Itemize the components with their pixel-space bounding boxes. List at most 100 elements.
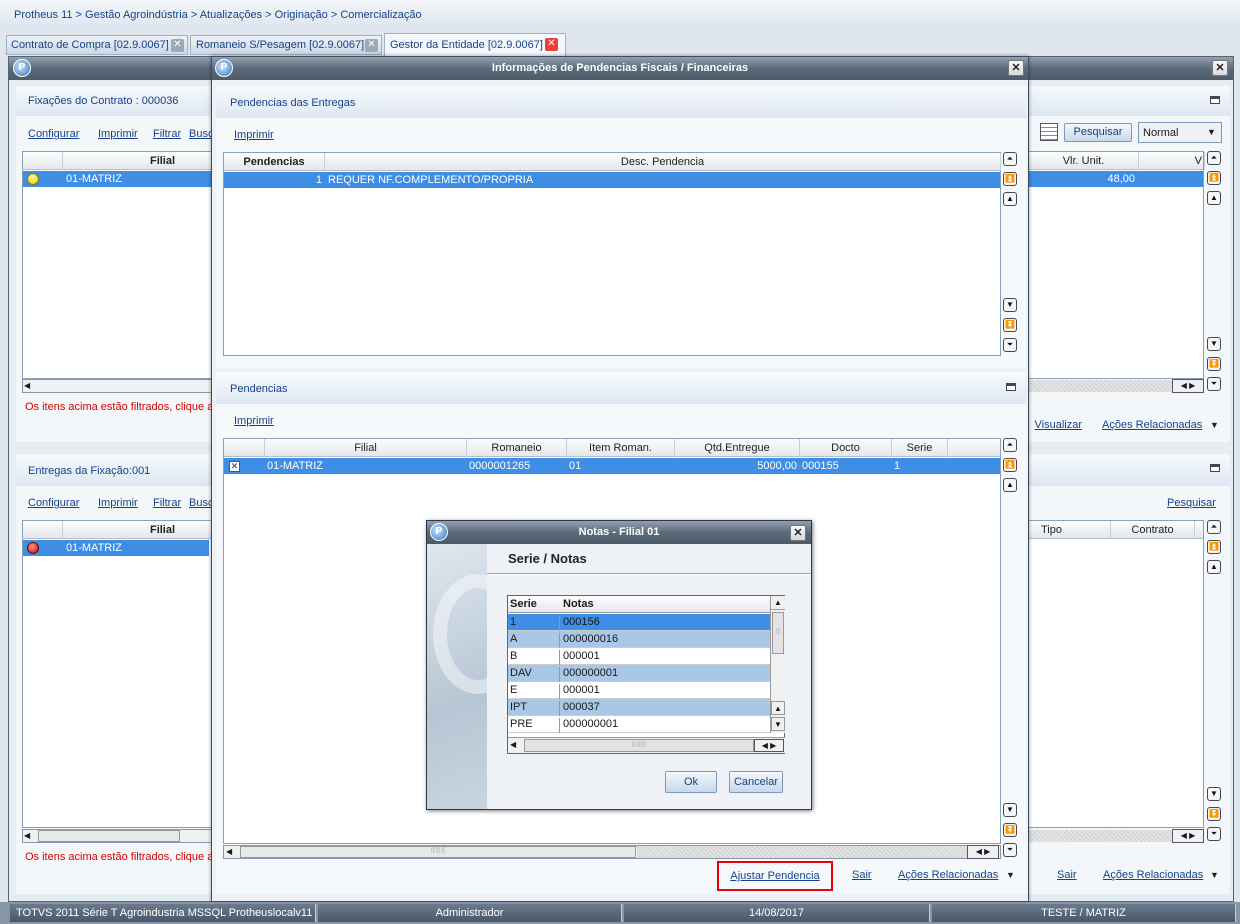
- scroll-page-down-icon[interactable]: ⏬: [1003, 318, 1017, 332]
- close-icon[interactable]: ✕: [171, 39, 184, 52]
- notas-grid[interactable]: Serie Notas 1 000156 A 000000016 B 000001 DAV 0…: [507, 595, 785, 754]
- table-row[interactable]: 01-MATRIZ: [23, 540, 209, 556]
- scroll-down-icon[interactable]: ▼: [1207, 337, 1221, 351]
- scroll-left-icon[interactable]: ◀: [226, 847, 232, 856]
- scroll-thumb[interactable]: ⠿⠿⠿: [524, 739, 754, 752]
- configurar-link[interactable]: Configurar: [28, 128, 79, 140]
- scroll-up-icon[interactable]: ▲: [1207, 560, 1221, 574]
- scroll-track[interactable]: [1028, 380, 1172, 392]
- checkbox-checked-icon[interactable]: ✕: [229, 461, 240, 472]
- scroll-up-icon[interactable]: ▲: [771, 596, 785, 610]
- close-icon[interactable]: ✕: [790, 525, 806, 541]
- scroll-track[interactable]: [1028, 830, 1172, 842]
- imprimir-link[interactable]: Imprimir: [98, 497, 138, 509]
- scroll-thumb[interactable]: ⠿: [772, 612, 784, 654]
- modo-select[interactable]: Normal ▼: [1138, 122, 1222, 143]
- close-icon[interactable]: ✕: [1008, 60, 1024, 76]
- minimize-icon[interactable]: [1210, 96, 1220, 104]
- scroll-left-icon[interactable]: ◀: [24, 381, 30, 390]
- list-item[interactable]: 1 000156: [508, 614, 770, 631]
- scroll-bottom-icon[interactable]: ⏷: [1003, 843, 1017, 857]
- pesquisar-link[interactable]: Pesquisar: [1167, 497, 1216, 509]
- scroll-page-up-icon[interactable]: ⏫: [1207, 540, 1221, 554]
- tab-gestor-entidade[interactable]: Gestor da Entidade [02.9.0067] ✕: [384, 33, 566, 56]
- imprimir-link[interactable]: Imprimir: [234, 129, 274, 141]
- configurar-link[interactable]: Configurar: [28, 497, 79, 509]
- minimize-icon[interactable]: [1210, 464, 1220, 472]
- minimize-icon[interactable]: [1006, 383, 1016, 391]
- list-item[interactable]: IPT 000037: [508, 699, 770, 716]
- scroll-left-right-icon[interactable]: ◀ ▶: [1172, 829, 1204, 843]
- scroll-top-icon[interactable]: ⏶: [1003, 152, 1017, 166]
- scroll-left-icon[interactable]: ◀: [510, 740, 516, 749]
- scroll-up-icon[interactable]: ▲: [1003, 192, 1017, 206]
- header-docto[interactable]: Docto: [800, 439, 892, 457]
- sair-link[interactable]: Sair: [852, 869, 872, 881]
- header-serie[interactable]: Serie: [510, 598, 537, 610]
- scroll-page-down-icon[interactable]: ⏬: [1003, 823, 1017, 837]
- acoes-relacionadas-link[interactable]: Ações Relacionadas: [1102, 419, 1202, 431]
- acoes-relacionadas-link[interactable]: Ações Relacionadas: [898, 869, 998, 881]
- horizontal-scrollbar[interactable]: [22, 379, 212, 393]
- scroll-left-right-icon[interactable]: ◀ ▶: [967, 845, 999, 859]
- scroll-down-icon[interactable]: ▼: [771, 717, 785, 731]
- list-item[interactable]: DAV 000000001: [508, 665, 770, 682]
- scroll-page-down-icon[interactable]: ⏬: [1207, 357, 1221, 371]
- header-v[interactable]: V: [1139, 152, 1205, 170]
- scroll-down-icon[interactable]: ▼: [1003, 803, 1017, 817]
- scroll-left-icon[interactable]: ◀: [24, 831, 30, 840]
- scroll-left-right-icon[interactable]: ◀ ▶: [1172, 379, 1204, 393]
- imprimir-link[interactable]: Imprimir: [98, 128, 138, 140]
- list-item[interactable]: B 000001: [508, 648, 770, 665]
- list-item[interactable]: A 000000016: [508, 631, 770, 648]
- notepad-icon[interactable]: [1040, 123, 1058, 141]
- header-desc-pendencia[interactable]: Desc. Pendencia: [325, 153, 1001, 171]
- scroll-page-up-icon[interactable]: ⏫: [1003, 458, 1017, 472]
- header-filial[interactable]: Filial: [265, 439, 467, 457]
- header-vlr-unit[interactable]: Vlr. Unit.: [1029, 152, 1139, 170]
- acoes-relacionadas-link[interactable]: Ações Relacionadas: [1103, 869, 1203, 881]
- scroll-down-icon[interactable]: ▼: [1207, 787, 1221, 801]
- scroll-page-down-icon[interactable]: ⏬: [1207, 807, 1221, 821]
- close-icon[interactable]: ✕: [1212, 60, 1228, 76]
- filtrar-link[interactable]: Filtrar: [153, 128, 181, 140]
- scroll-track[interactable]: [637, 846, 967, 858]
- ajustar-pendencia-button[interactable]: Ajustar Pendencia: [717, 861, 833, 891]
- scroll-down-icon[interactable]: ▼: [1003, 298, 1017, 312]
- header-romaneio[interactable]: Romaneio: [467, 439, 567, 457]
- sair-link[interactable]: Sair: [1057, 869, 1077, 881]
- tab-romaneio[interactable]: Romaneio S/Pesagem [02.9.0067] ✕: [190, 35, 382, 55]
- ok-button[interactable]: Ok: [665, 771, 717, 793]
- buscar-link[interactable]: Busc: [189, 497, 213, 509]
- table-row[interactable]: ✕ 01-MATRIZ 0000001265 01 5000,00 000155…: [224, 458, 1000, 474]
- list-item[interactable]: E 000001: [508, 682, 770, 699]
- scroll-bottom-icon[interactable]: ⏷: [1003, 338, 1017, 352]
- scroll-top-icon[interactable]: ⏶: [1003, 438, 1017, 452]
- buscar-link[interactable]: Busc: [189, 128, 213, 140]
- header-tipo[interactable]: Tipo: [1029, 521, 1111, 539]
- scroll-page-up-icon[interactable]: ⏫: [1003, 172, 1017, 186]
- scroll-thumb[interactable]: [38, 830, 180, 842]
- scroll-left-right-icon[interactable]: ◀ ▶: [754, 739, 784, 752]
- scroll-up-icon[interactable]: ▲: [771, 701, 785, 715]
- scroll-top-icon[interactable]: ⏶: [1207, 520, 1221, 534]
- pendencias-entregas-grid[interactable]: Pendencias Desc. Pendencia 1 REQUER NF.C…: [223, 152, 1001, 356]
- filtrar-link[interactable]: Filtrar: [153, 497, 181, 509]
- scroll-top-icon[interactable]: ⏶: [1207, 151, 1221, 165]
- scroll-up-icon[interactable]: ▲: [1207, 191, 1221, 205]
- header-serie[interactable]: Serie: [892, 439, 948, 457]
- header-qtd-entregue[interactable]: Qtd.Entregue: [675, 439, 800, 457]
- vertical-scrollbar[interactable]: ▲ ⠿ ▲ ▼: [770, 596, 785, 733]
- table-row[interactable]: 1 REQUER NF.COMPLEMENTO/PROPRIA: [224, 172, 1000, 188]
- scroll-thumb[interactable]: ⠿⠿⠿: [240, 846, 636, 858]
- tab-contrato-compra[interactable]: Contrato de Compra [02.9.0067] ✕: [6, 35, 188, 55]
- scroll-page-up-icon[interactable]: ⏫: [1207, 171, 1221, 185]
- horizontal-scrollbar[interactable]: ◀ ⠿⠿⠿ ◀ ▶: [508, 737, 785, 753]
- close-icon[interactable]: ✕: [365, 39, 378, 52]
- close-icon[interactable]: ✕: [545, 38, 558, 51]
- list-item[interactable]: PRE 000000001: [508, 716, 770, 733]
- pesquisar-button[interactable]: Pesquisar: [1064, 123, 1132, 142]
- scroll-bottom-icon[interactable]: ⏷: [1207, 827, 1221, 841]
- scroll-up-icon[interactable]: ▲: [1003, 478, 1017, 492]
- scroll-bottom-icon[interactable]: ⏷: [1207, 377, 1221, 391]
